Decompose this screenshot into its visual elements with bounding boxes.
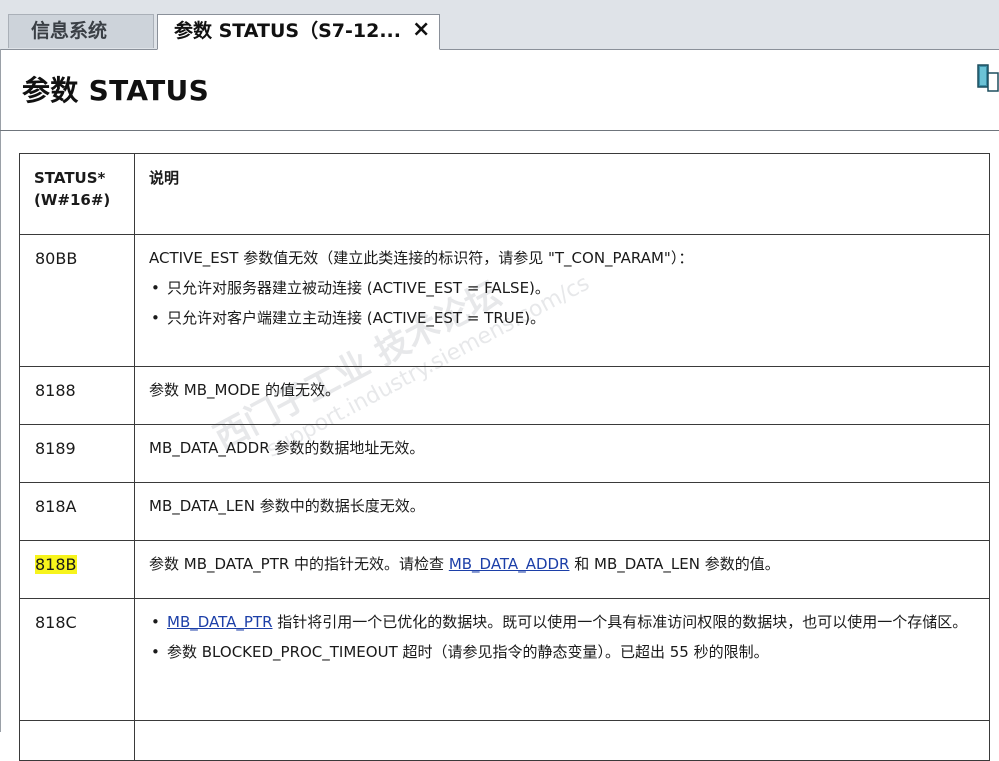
header-status-label: STATUS*: [34, 169, 106, 187]
bullet-item: MB_DATA_PTR 指针将引用一个已优化的数据块。既可以使用一个具有标准访问…: [149, 611, 975, 633]
status-code-cell: 818C: [19, 598, 135, 721]
header-description-label: 说明: [149, 169, 180, 187]
status-code: 818C: [35, 613, 77, 632]
status-code-highlighted: 818B: [35, 555, 77, 574]
title-divider: [0, 130, 999, 131]
close-icon[interactable]: ×: [412, 19, 430, 41]
table-row: 818C MB_DATA_PTR 指针将引用一个已优化的数据块。既可以使用一个具…: [19, 598, 990, 721]
status-code-cell: [19, 720, 135, 761]
description-cell: MB_DATA_PTR 指针将引用一个已优化的数据块。既可以使用一个具有标准访问…: [134, 598, 990, 721]
description-cell: MB_DATA_LEN 参数中的数据长度无效。: [134, 482, 990, 541]
table-row: 818B 参数 MB_DATA_PTR 中的指针无效。请检查 MB_DATA_A…: [19, 540, 990, 599]
layout-toggle-icon[interactable]: [977, 63, 999, 93]
table-header-row: STATUS* (W#16#) 说明: [19, 153, 990, 235]
table-row: 8189 MB_DATA_ADDR 参数的数据地址无效。: [19, 424, 990, 483]
tab-bar: 信息系统 参数 STATUS（S7-12... ×: [0, 0, 999, 50]
status-code-cell: 8189: [19, 424, 135, 483]
page-title: 参数 STATUS: [22, 74, 210, 107]
status-code: 8189: [35, 439, 76, 458]
link-mb-data-ptr[interactable]: MB_DATA_PTR: [167, 613, 273, 631]
left-border: [0, 49, 1, 732]
table-row: 8188 参数 MB_MODE 的值无效。: [19, 366, 990, 425]
status-code-cell: 818B: [19, 540, 135, 599]
description-text: MB_DATA_LEN 参数中的数据长度无效。: [149, 497, 425, 515]
bullet-item: 参数 BLOCKED_PROC_TIMEOUT 超时（请参见指令的静态变量）。已…: [149, 641, 975, 663]
description-text: 参数 MB_DATA_PTR 中的指针无效。请检查: [149, 555, 449, 573]
status-code-cell: 80BB: [19, 234, 135, 367]
description-cell: 参数 MB_DATA_PTR 中的指针无效。请检查 MB_DATA_ADDR 和…: [134, 540, 990, 599]
header-status-cell: STATUS* (W#16#): [19, 153, 135, 235]
header-description-cell: 说明: [134, 153, 990, 235]
description-text: 参数 MB_MODE 的值无效。: [149, 381, 341, 399]
tab-label: 参数 STATUS（S7-12...: [174, 20, 401, 42]
tab-parameter-status[interactable]: 参数 STATUS（S7-12...: [157, 14, 440, 50]
status-code-cell: 8188: [19, 366, 135, 425]
status-code: 80BB: [35, 249, 78, 268]
description-text: 和 MB_DATA_LEN 参数的值。: [569, 555, 780, 573]
tab-label: 信息系统: [31, 20, 108, 42]
bullet-item: 只允许对客户端建立主动连接 (ACTIVE_EST = TRUE)。: [149, 307, 975, 329]
status-code-cell: 818A: [19, 482, 135, 541]
description-text: MB_DATA_ADDR 参数的数据地址无效。: [149, 439, 425, 457]
description-text: ACTIVE_EST 参数值无效（建立此类连接的标识符，请参见 "T_CON_P…: [149, 249, 694, 267]
description-cell: ACTIVE_EST 参数值无效（建立此类连接的标识符，请参见 "T_CON_P…: [134, 234, 990, 367]
table-row: [19, 720, 990, 761]
tab-information-system[interactable]: 信息系统: [8, 14, 154, 48]
description-cell: 参数 MB_MODE 的值无效。: [134, 366, 990, 425]
status-code: 818A: [35, 497, 77, 516]
header-status-unit: (W#16#): [34, 191, 111, 209]
table-row: 80BB ACTIVE_EST 参数值无效（建立此类连接的标识符，请参见 "T_…: [19, 234, 990, 367]
link-mb-data-addr[interactable]: MB_DATA_ADDR: [449, 555, 570, 573]
status-code: 8188: [35, 381, 76, 400]
status-table: STATUS* (W#16#) 说明 80BB ACTIVE_EST 参数值无效…: [19, 153, 990, 761]
table-row: 818A MB_DATA_LEN 参数中的数据长度无效。: [19, 482, 990, 541]
description-cell: MB_DATA_ADDR 参数的数据地址无效。: [134, 424, 990, 483]
description-cell: [134, 720, 990, 761]
bullet-item: 只允许对服务器建立被动连接 (ACTIVE_EST = FALSE)。: [149, 277, 975, 299]
